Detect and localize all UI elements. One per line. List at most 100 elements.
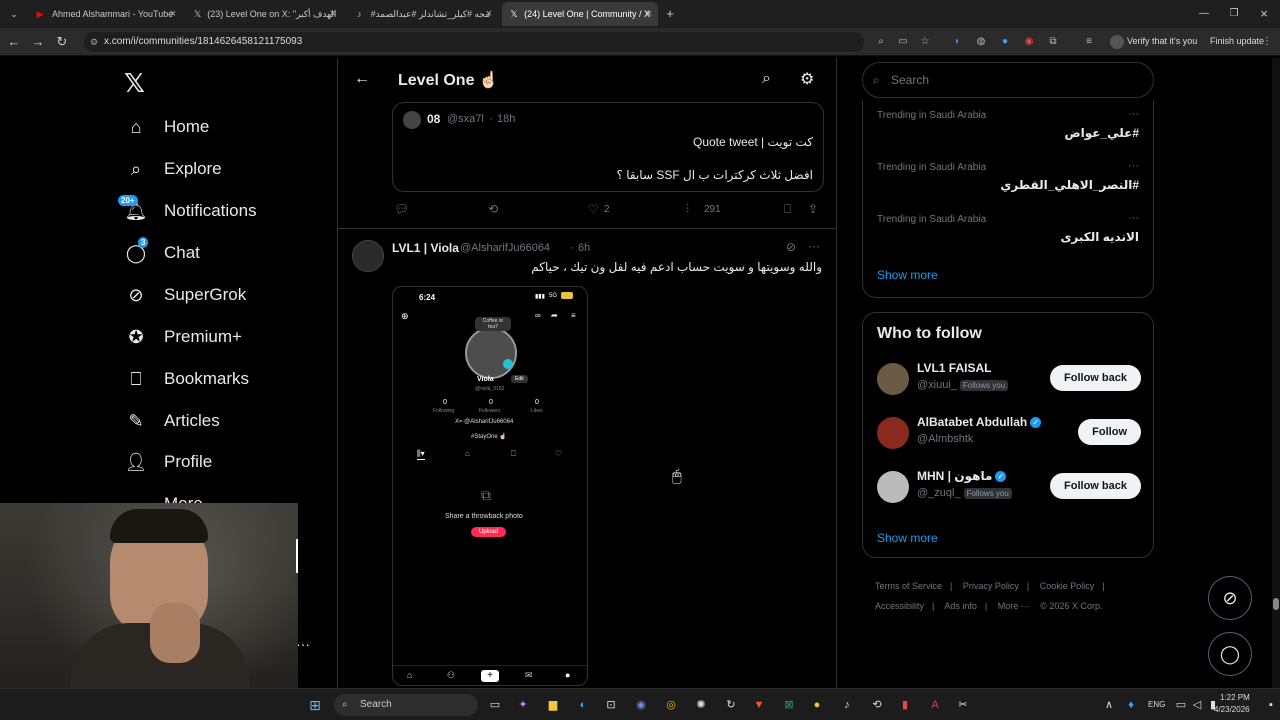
sync-icon[interactable]: ⟲ — [868, 696, 886, 714]
follow-suggestion[interactable]: MHN | ماهون ✓ @_zuql_ Follows you Follow b… — [877, 465, 1141, 511]
scrollbar-thumb[interactable] — [1273, 598, 1279, 610]
url-field[interactable]: ⚙ x.com/i/communities/181462645812117509… — [84, 32, 864, 52]
avatar[interactable] — [877, 417, 909, 449]
follow-name[interactable]: LVL1 FAISAL — [917, 361, 991, 375]
reading-list-icon[interactable]: ≡ — [1082, 35, 1096, 49]
task-view-icon[interactable]: ▭ — [486, 696, 504, 714]
sidebar-item-home[interactable]: ⌂ Home — [124, 109, 210, 145]
clock-date[interactable]: 4/23/2026 — [1214, 705, 1250, 714]
tiktok-icon[interactable]: ♪ — [838, 696, 856, 714]
follow-name[interactable]: MHN | ماهون ✓ — [917, 469, 1007, 483]
show-more-link[interactable]: Show more — [877, 268, 938, 282]
reload-icon[interactable]: ↻ — [54, 34, 70, 50]
scrollbar[interactable] — [1272, 58, 1280, 688]
share-icon[interactable]: ⇪ — [808, 202, 818, 216]
forward-icon[interactable]: → — [30, 34, 46, 50]
reply-icon[interactable]: 💬︎ — [394, 202, 409, 216]
show-more-link[interactable]: Show more — [877, 531, 938, 545]
author-name[interactable]: LVL1 | Viola — [392, 241, 459, 255]
puzzle-icon[interactable]: ⧉ — [1046, 35, 1060, 49]
chat-fab-icon[interactable]: ◯ — [1208, 632, 1252, 676]
timestamp[interactable]: 6h — [578, 242, 590, 254]
cast-icon[interactable]: ▭ — [896, 35, 910, 49]
avatar[interactable] — [877, 471, 909, 503]
verify-label[interactable]: Verify that it's you — [1127, 36, 1197, 46]
follow-name[interactable]: AlBatabet Abdullah ✓ — [917, 415, 1042, 429]
notification-icon[interactable]: ▪ — [1262, 696, 1280, 714]
minimize-icon[interactable]: — — [1196, 6, 1212, 22]
sidebar-item-profile[interactable]: 👤︎ Profile — [124, 444, 213, 480]
tab-tiktok[interactable]: ♪ #مجه #كيلر_تشاندلر #عبدالصمد × — [346, 2, 498, 26]
app-icon[interactable]: ● — [808, 696, 826, 714]
avatar[interactable] — [877, 363, 909, 395]
back-arrow-icon[interactable]: ← — [354, 70, 370, 88]
tab-level-one-post[interactable]: 𝕏 (23) Level One on X: "الهدف أكبر × — [186, 2, 342, 26]
sidebar-item-explore[interactable]: ⌕ Explore — [124, 151, 222, 187]
new-tab-icon[interactable]: + — [662, 6, 678, 22]
footer-link[interactable]: Ads info — [944, 601, 977, 611]
sidebar-item-articles[interactable]: ✎ Articles — [124, 403, 219, 439]
brave-icon[interactable]: ▼ — [750, 696, 768, 714]
author-handle[interactable]: @AlsharifJu66064 — [460, 242, 550, 254]
openai-icon[interactable]: ✺ — [692, 696, 710, 714]
capcut-icon[interactable]: ✂ — [954, 696, 972, 714]
bookmark-icon[interactable]: ⎕ — [784, 202, 791, 217]
close-icon[interactable]: × — [646, 8, 652, 20]
footer-link[interactable]: More ··· — [998, 601, 1030, 611]
clock-time[interactable]: 1:22 PM — [1220, 693, 1250, 702]
maximize-icon[interactable]: ❐ — [1226, 6, 1242, 22]
discord-icon[interactable]: ◉ — [632, 696, 650, 714]
extension-icon[interactable]: ◉ — [1022, 35, 1036, 49]
store-icon[interactable]: ⊡ — [602, 696, 620, 714]
close-icon[interactable]: × — [170, 8, 176, 20]
more-icon[interactable]: ··· — [808, 239, 820, 253]
grok-fab-icon[interactable]: ⊘ — [1208, 576, 1252, 620]
footer-link[interactable]: Cookie Policy — [1040, 581, 1095, 591]
follow-back-button[interactable]: Follow back — [1050, 473, 1141, 499]
tab-list-icon[interactable]: ⌄ — [6, 6, 22, 22]
footer-link[interactable]: Privacy Policy — [963, 581, 1019, 591]
account-more-icon[interactable]: ··· — [296, 636, 310, 652]
taskbar-search[interactable]: ⌕ Search — [334, 694, 478, 716]
more-icon[interactable]: ··· — [1128, 160, 1139, 172]
sidebar-item-bookmarks[interactable]: ⎕ Bookmarks — [124, 361, 249, 397]
gear-icon[interactable]: ⚙ — [800, 69, 814, 89]
sidebar-item-supergrok[interactable]: ⊘ SuperGrok — [124, 277, 246, 313]
footer-link[interactable]: Terms of Service — [875, 581, 942, 591]
retweet-icon[interactable]: ⟲ — [488, 202, 498, 216]
tab-community[interactable]: 𝕏 (24) Level One | Community / X × — [502, 2, 658, 26]
back-icon[interactable]: ← — [6, 34, 22, 50]
follow-suggestion[interactable]: AlBatabet Abdullah ✓ @Almbshtk Follow — [877, 411, 1141, 457]
chrome-icon[interactable]: ◎ — [662, 696, 680, 714]
avatar[interactable] — [352, 240, 384, 272]
trend-item[interactable]: #النصر_الاهلي_القطري — [1000, 178, 1139, 192]
views-icon[interactable]: ⫶ — [686, 202, 689, 217]
footer-link[interactable]: Accessibility — [875, 601, 924, 611]
sidebar-item-premium[interactable]: ✪ Premium+ — [124, 319, 241, 355]
menu-icon[interactable]: ⋮ — [1260, 35, 1274, 49]
more-icon[interactable]: ··· — [1128, 212, 1139, 224]
more-icon[interactable]: ··· — [1128, 108, 1139, 120]
search-input[interactable]: ⌕ Search — [862, 62, 1154, 98]
trend-item[interactable]: الانديه الكبرى — [1060, 230, 1139, 244]
close-icon[interactable]: × — [486, 8, 492, 20]
x-logo-icon[interactable]: 𝕏 — [124, 68, 154, 98]
timestamp[interactable]: 18h — [497, 113, 515, 125]
author-handle[interactable]: @sxa7l — [447, 113, 484, 125]
extension-icon[interactable]: ◗ — [950, 35, 964, 49]
star-icon[interactable]: ☆ — [918, 35, 932, 49]
avatar[interactable] — [1110, 35, 1124, 49]
site-info-icon[interactable]: ⚙ — [90, 32, 98, 52]
chevron-up-icon[interactable]: ∧ — [1100, 696, 1118, 714]
search-icon[interactable]: ⌕ — [762, 70, 771, 88]
heart-icon[interactable]: ♡ — [588, 202, 599, 216]
close-icon[interactable]: × — [330, 8, 336, 20]
close-window-icon[interactable]: × — [1256, 6, 1272, 22]
app-icon[interactable]: ↻ — [722, 696, 740, 714]
follow-suggestion[interactable]: LVL1 FAISAL @xiuui_ Follows you Follow ba… — [877, 357, 1141, 403]
finish-update-button[interactable]: Finish update — [1210, 36, 1264, 46]
extension-icon[interactable]: ◍ — [974, 35, 988, 49]
sidebar-item-chat[interactable]: ◯ Chat 3 — [124, 235, 200, 271]
tweet-image[interactable]: 6:24 ▮▮▮ 5G ⊕ ∞ ➦ ≡ Coffee or tea? Viola… — [392, 286, 588, 686]
follow-button[interactable]: Follow — [1078, 419, 1141, 445]
